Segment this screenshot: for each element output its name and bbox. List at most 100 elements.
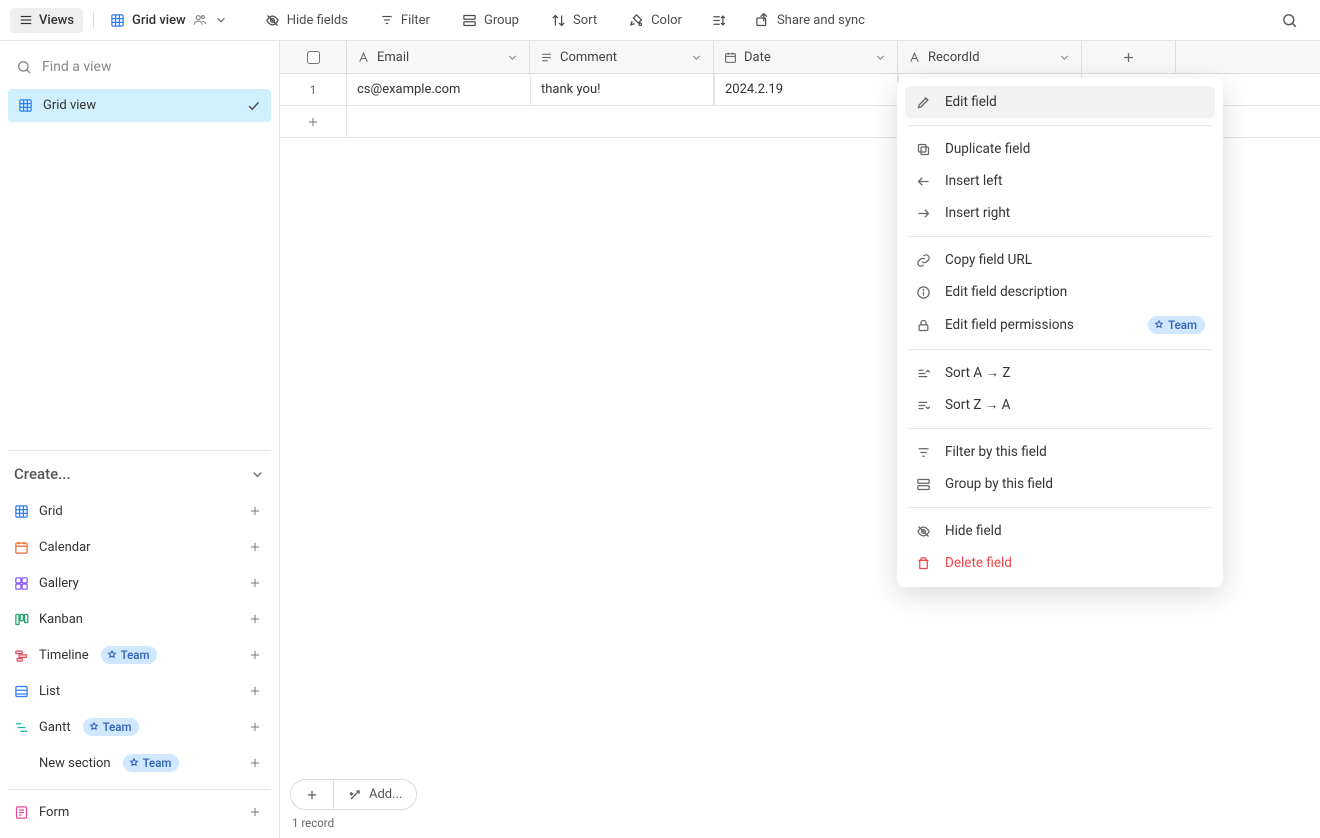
create-item-add[interactable] bbox=[245, 753, 265, 773]
cell-email[interactable]: cs@example.com bbox=[346, 74, 530, 105]
menu-item-label: Sort A → Z bbox=[945, 365, 1010, 381]
create-timeline[interactable]: TimelineTeam bbox=[8, 637, 271, 673]
trash-icon bbox=[915, 556, 931, 571]
create-item-label: Gallery bbox=[39, 576, 79, 591]
cell-date[interactable]: 2024.2.19 bbox=[714, 74, 898, 105]
chevron-down-icon[interactable] bbox=[690, 51, 703, 64]
add-record-menu[interactable]: Add... bbox=[334, 780, 416, 809]
hide-fields-button[interactable]: Hide fields bbox=[256, 8, 357, 33]
menu-item-label: Filter by this field bbox=[945, 444, 1047, 460]
list-icon bbox=[14, 684, 29, 699]
create-item-add[interactable] bbox=[245, 717, 265, 737]
check-icon bbox=[246, 98, 261, 113]
pencil-icon bbox=[915, 95, 931, 110]
menu-item-label: Insert right bbox=[945, 205, 1010, 221]
menu-item-delete[interactable]: Delete field bbox=[905, 547, 1215, 579]
add-record-buttons: Add... bbox=[290, 779, 417, 810]
row-height-button[interactable] bbox=[705, 8, 732, 33]
create-kanban[interactable]: Kanban bbox=[8, 601, 271, 637]
create-list[interactable]: List bbox=[8, 673, 271, 709]
find-view-placeholder: Find a view bbox=[42, 59, 111, 75]
chevron-down-icon[interactable] bbox=[506, 51, 519, 64]
create-form[interactable]: Form bbox=[8, 794, 271, 830]
create-item-add[interactable] bbox=[245, 681, 265, 701]
column-header-date[interactable]: Date bbox=[714, 41, 898, 73]
column-header-recordid[interactable]: RecordId bbox=[898, 41, 1082, 73]
menu-item-filter_by[interactable]: Filter by this field bbox=[905, 436, 1215, 468]
lock-icon bbox=[915, 318, 931, 333]
view-item-gridview[interactable]: Grid view bbox=[8, 89, 271, 122]
views-label: Views bbox=[39, 13, 74, 28]
calendar-icon bbox=[14, 540, 29, 555]
menu-item-label: Group by this field bbox=[945, 476, 1053, 492]
menu-item-edit_perm[interactable]: Edit field permissionsTeam bbox=[905, 308, 1215, 342]
create-item-add[interactable] bbox=[245, 573, 265, 593]
menu-item-edit_desc[interactable]: Edit field description bbox=[905, 276, 1215, 308]
menu-item-duplicate[interactable]: Duplicate field bbox=[905, 133, 1215, 165]
col-label: RecordId bbox=[928, 50, 980, 65]
create-list: Grid Calendar Gallery KanbanTimelineTeamLis… bbox=[8, 493, 271, 781]
text-type-icon bbox=[357, 51, 370, 64]
filter-icon bbox=[380, 13, 394, 27]
menu-item-insert_left[interactable]: Insert left bbox=[905, 165, 1215, 197]
menu-item-edit[interactable]: Edit field bbox=[905, 86, 1215, 118]
team-pill: Team bbox=[101, 646, 158, 664]
form-label: Form bbox=[39, 805, 69, 820]
group-button[interactable]: Group bbox=[453, 8, 528, 33]
menu-item-insert_right[interactable]: Insert right bbox=[905, 197, 1215, 229]
menu-item-label: Delete field bbox=[945, 555, 1012, 571]
menu-item-hide[interactable]: Hide field bbox=[905, 515, 1215, 547]
sort-label: Sort bbox=[573, 13, 597, 28]
create-item-label: Gantt bbox=[39, 720, 71, 735]
menu-icon bbox=[19, 13, 33, 27]
sort-button[interactable]: Sort bbox=[542, 8, 606, 33]
filter-button[interactable]: Filter bbox=[371, 8, 439, 33]
add-form-button[interactable] bbox=[245, 802, 265, 822]
add-field-button[interactable] bbox=[1082, 41, 1176, 73]
menu-item-group_by[interactable]: Group by this field bbox=[905, 468, 1215, 500]
cell-comment[interactable]: thank you! bbox=[530, 74, 714, 105]
create-gallery[interactable]: Gallery bbox=[8, 565, 271, 601]
search-icon bbox=[16, 59, 32, 75]
views-button[interactable]: Views bbox=[10, 8, 83, 33]
create-calendar[interactable]: Calendar bbox=[8, 529, 271, 565]
share-button[interactable]: Share and sync bbox=[746, 8, 874, 33]
team-pill: Team bbox=[1148, 316, 1205, 334]
menu-item-sort_az[interactable]: Sort A → Z bbox=[905, 357, 1215, 389]
timeline-icon bbox=[14, 648, 29, 663]
color-button[interactable]: Color bbox=[620, 8, 691, 33]
view-list: Grid view bbox=[8, 89, 271, 122]
plus-icon bbox=[1121, 50, 1136, 65]
filter-icon bbox=[915, 445, 931, 460]
plus-icon bbox=[305, 788, 319, 802]
gantt-icon bbox=[14, 720, 29, 735]
sidebar: Find a view Grid view Create... Grid Cale… bbox=[0, 41, 280, 838]
add-record-plus[interactable] bbox=[291, 780, 333, 809]
create-header[interactable]: Create... bbox=[8, 451, 271, 493]
create-item-label: Grid bbox=[39, 504, 63, 519]
search-button[interactable] bbox=[1275, 7, 1304, 34]
create-grid[interactable]: Grid bbox=[8, 493, 271, 529]
col-label: Comment bbox=[560, 50, 617, 65]
kanban-icon bbox=[14, 612, 29, 627]
create-item-add[interactable] bbox=[245, 645, 265, 665]
arrow-right-icon bbox=[915, 206, 931, 221]
chevron-down-icon[interactable] bbox=[874, 51, 887, 64]
select-all-checkbox[interactable] bbox=[280, 41, 346, 73]
grid-footer: Add... 1 record bbox=[280, 773, 1320, 838]
menu-item-copy_url[interactable]: Copy field URL bbox=[905, 244, 1215, 276]
chevron-down-icon[interactable] bbox=[1058, 51, 1071, 64]
column-header-email[interactable]: Email bbox=[346, 41, 530, 73]
menu-item-sort_za[interactable]: Sort Z → A bbox=[905, 389, 1215, 421]
create-new-section[interactable]: New sectionTeam bbox=[8, 745, 271, 781]
create-gantt[interactable]: GanttTeam bbox=[8, 709, 271, 745]
create-item-add[interactable] bbox=[245, 501, 265, 521]
column-header-comment[interactable]: Comment bbox=[530, 41, 714, 73]
eye-off-icon bbox=[915, 524, 931, 539]
records-count: 1 record bbox=[290, 816, 1310, 830]
create-item-add[interactable] bbox=[245, 609, 265, 629]
find-view-input[interactable]: Find a view bbox=[8, 49, 271, 85]
current-view-switcher[interactable]: Grid view bbox=[104, 8, 234, 33]
create-item-add[interactable] bbox=[245, 537, 265, 557]
cell-value: 2024.2.19 bbox=[725, 82, 783, 97]
